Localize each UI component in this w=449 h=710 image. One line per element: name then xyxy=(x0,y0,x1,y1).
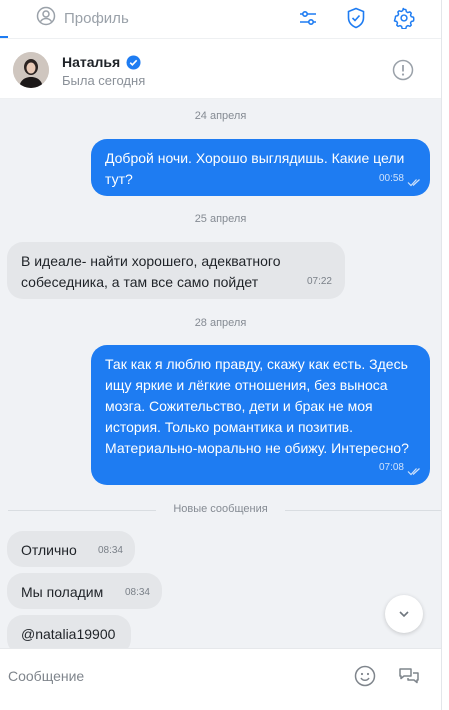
emoji-button[interactable] xyxy=(354,665,376,687)
filter-settings-button[interactable] xyxy=(296,6,320,30)
double-check-icon xyxy=(407,468,420,476)
settings-button[interactable] xyxy=(392,6,416,30)
contact-name: Наталья xyxy=(62,54,121,70)
contact-status: Была сегодня xyxy=(62,73,146,88)
security-button[interactable] xyxy=(344,6,368,30)
message-text: В идеале- найти хорошего, адекватного со… xyxy=(21,253,281,290)
gear-icon xyxy=(393,7,415,29)
chat-window: Профиль Наталья Была сегодня 24 апреля Д… xyxy=(0,0,442,710)
message-incoming[interactable]: В идеале- найти хорошего, адекватного со… xyxy=(7,242,345,299)
message-incoming[interactable]: Отлично 08:34 xyxy=(7,531,135,567)
new-messages-divider: Новые сообщения xyxy=(0,502,441,518)
sliders-icon xyxy=(300,10,316,26)
message-text: Мы поладим xyxy=(21,584,104,600)
message-text: Отлично xyxy=(21,542,77,558)
message-incoming[interactable]: Мы поладим 08:34 xyxy=(7,573,162,609)
emoji-icon xyxy=(354,665,376,687)
message-outgoing[interactable]: Доброй ночи. Хорошо выглядишь. Какие цел… xyxy=(91,139,430,196)
message-text: Так как я люблю правду, скажу как есть. … xyxy=(105,356,409,456)
message-time: 08:34 xyxy=(124,587,150,598)
profile-tab-label: Профиль xyxy=(64,9,129,27)
message-time: 07:08 xyxy=(378,462,404,473)
contact-info-button[interactable] xyxy=(392,59,414,81)
top-toolbar: Профиль xyxy=(0,0,441,39)
tab-indicator xyxy=(0,36,8,38)
message-input[interactable]: Сообщение xyxy=(8,668,84,684)
message-time: 07:22 xyxy=(306,276,332,287)
message-outgoing[interactable]: Так как я люблю правду, скажу как есть. … xyxy=(91,345,430,485)
message-list[interactable]: 24 апреля Доброй ночи. Хорошо выглядишь.… xyxy=(0,99,441,648)
verified-badge-icon xyxy=(126,54,141,70)
message-text: @natalia19900 xyxy=(21,626,116,642)
profile-tab[interactable]: Профиль xyxy=(36,6,129,30)
scroll-down-button[interactable] xyxy=(385,595,423,633)
contact-name-row: Наталья xyxy=(62,54,141,70)
chat-header: Наталья Была сегодня xyxy=(0,40,441,99)
message-time: 00:58 xyxy=(378,173,404,184)
date-separator: 28 апреля xyxy=(194,317,247,329)
date-separator: 25 апреля xyxy=(194,213,247,225)
chevron-down-icon xyxy=(399,611,409,618)
double-check-icon xyxy=(407,179,420,187)
quick-replies-button[interactable] xyxy=(398,665,420,687)
message-time: 08:34 xyxy=(97,545,123,556)
divider-line xyxy=(285,510,441,511)
new-messages-label: Новые сообщения xyxy=(173,503,268,515)
message-incoming[interactable]: @natalia19900 xyxy=(7,615,131,648)
info-icon xyxy=(392,59,414,81)
avatar[interactable] xyxy=(13,52,49,88)
user-circle-icon xyxy=(36,6,56,30)
shield-check-icon xyxy=(347,7,365,29)
message-text: Доброй ночи. Хорошо выглядишь. Какие цел… xyxy=(105,150,405,187)
message-composer: Сообщение xyxy=(0,648,441,703)
chat-bubbles-icon xyxy=(399,668,419,684)
date-separator: 24 апреля xyxy=(194,110,247,122)
